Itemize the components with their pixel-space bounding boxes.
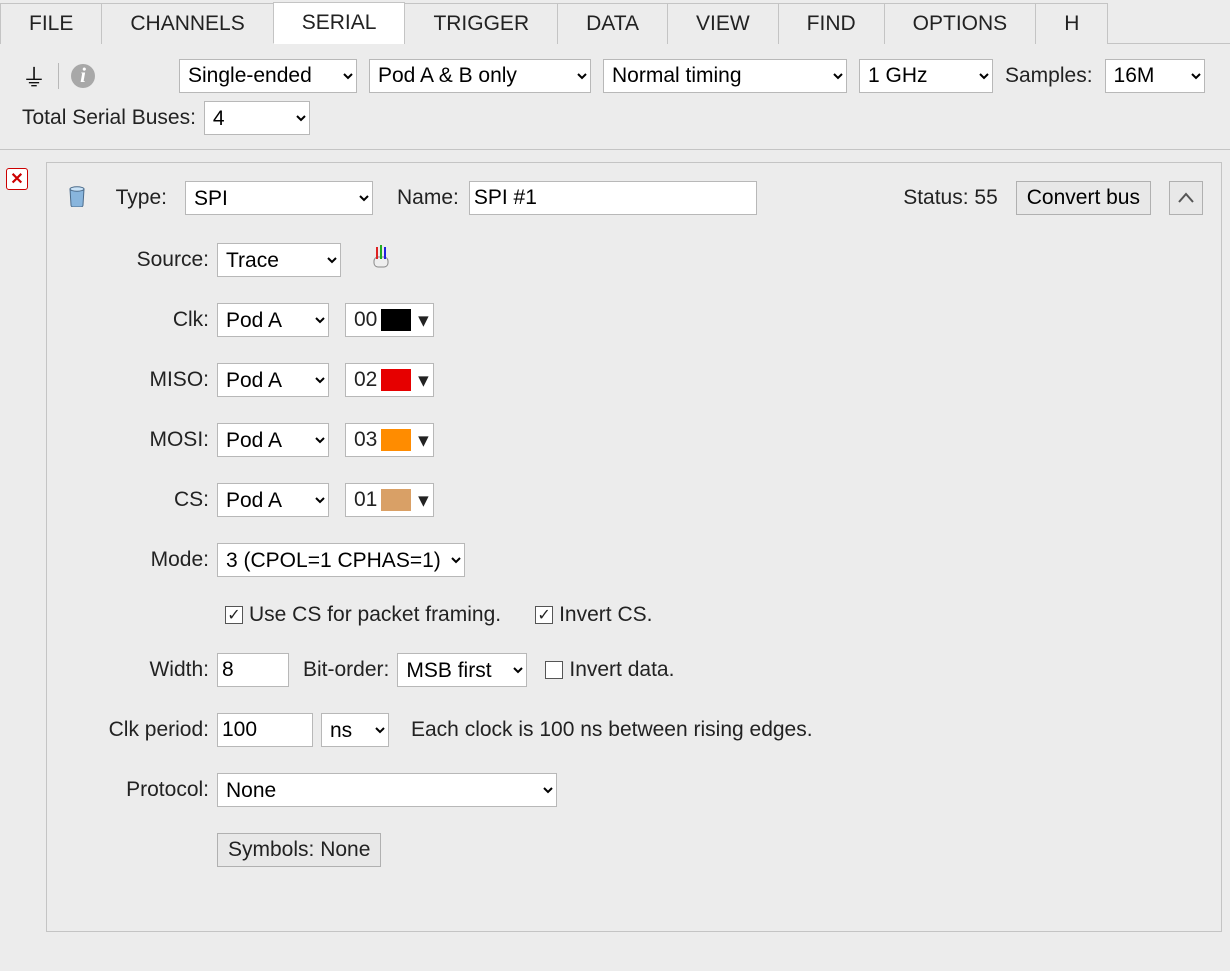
invert-cs-label: Invert CS. bbox=[559, 603, 652, 627]
miso-label: MISO: bbox=[65, 368, 217, 392]
toolbar-row-1: ⏚ i Single-ended Pod A & B only Normal t… bbox=[0, 44, 1230, 101]
protocol-select[interactable]: None bbox=[217, 773, 557, 807]
cs-channel-value: 01 bbox=[354, 488, 377, 512]
bit-order-select[interactable]: MSB first bbox=[397, 653, 527, 687]
width-input[interactable] bbox=[217, 653, 289, 687]
bus-name-input[interactable] bbox=[469, 181, 757, 215]
signal-mode-select[interactable]: Single-ended bbox=[179, 59, 357, 93]
spi-mode-select[interactable]: 3 (CPOL=1 CPHAS=1) bbox=[217, 543, 465, 577]
palette-icon[interactable] bbox=[369, 243, 393, 277]
tab-channels[interactable]: CHANNELS bbox=[101, 3, 273, 44]
trash-icon[interactable] bbox=[65, 183, 89, 213]
tab-file[interactable]: FILE bbox=[0, 3, 102, 44]
collapse-bus-button[interactable] bbox=[1169, 181, 1203, 215]
chevron-down-icon: ▾ bbox=[415, 428, 431, 453]
chevron-down-icon: ▾ bbox=[415, 488, 431, 513]
chevron-down-icon: ▾ bbox=[415, 368, 431, 393]
separator bbox=[58, 63, 59, 89]
bit-order-label: Bit-order: bbox=[303, 658, 389, 682]
use-cs-framing-checkbox[interactable] bbox=[225, 606, 243, 624]
probe-icon: ⏚ bbox=[22, 58, 46, 93]
use-cs-framing-label: Use CS for packet framing. bbox=[249, 603, 501, 627]
clk-label: Clk: bbox=[65, 308, 217, 332]
tab-view[interactable]: VIEW bbox=[667, 3, 779, 44]
clk-period-note: Each clock is 100 ns between rising edge… bbox=[411, 718, 813, 742]
clk-period-label: Clk period: bbox=[65, 718, 217, 742]
type-label: Type: bbox=[111, 186, 175, 210]
width-label: Width: bbox=[65, 658, 217, 682]
tab-find[interactable]: FIND bbox=[778, 3, 885, 44]
source-label: Source: bbox=[65, 248, 217, 272]
samples-select[interactable]: 16M bbox=[1105, 59, 1205, 93]
tab-data[interactable]: DATA bbox=[557, 3, 668, 44]
mode-label: Mode: bbox=[65, 548, 217, 572]
name-label: Name: bbox=[397, 186, 459, 210]
cs-label: CS: bbox=[65, 488, 217, 512]
symbols-button[interactable]: Symbols: None bbox=[217, 833, 381, 867]
mosi-channel-value: 03 bbox=[354, 428, 377, 452]
clk-period-input[interactable] bbox=[217, 713, 313, 747]
convert-bus-button[interactable]: Convert bus bbox=[1016, 181, 1151, 215]
close-bus-button[interactable]: ✕ bbox=[6, 168, 28, 190]
miso-pod-select[interactable]: Pod A bbox=[217, 363, 329, 397]
protocol-label: Protocol: bbox=[65, 778, 217, 802]
pod-select[interactable]: Pod A & B only bbox=[369, 59, 591, 93]
tab-bar: FILE CHANNELS SERIAL TRIGGER DATA VIEW F… bbox=[0, 0, 1230, 44]
clk-period-unit-select[interactable]: ns bbox=[321, 713, 389, 747]
tab-options[interactable]: OPTIONS bbox=[884, 3, 1037, 44]
mosi-color-swatch bbox=[381, 429, 411, 451]
toolbar-row-2: Total Serial Buses: 4 bbox=[0, 101, 1230, 150]
timing-select[interactable]: Normal timing bbox=[603, 59, 847, 93]
total-buses-label: Total Serial Buses: bbox=[22, 106, 196, 130]
clk-color-swatch bbox=[381, 309, 411, 331]
miso-color-swatch bbox=[381, 369, 411, 391]
clk-pod-select[interactable]: Pod A bbox=[217, 303, 329, 337]
tab-trigger[interactable]: TRIGGER bbox=[404, 3, 558, 44]
cs-color-swatch bbox=[381, 489, 411, 511]
mosi-channel-select[interactable]: 03 ▾ bbox=[345, 423, 434, 457]
sample-rate-select[interactable]: 1 GHz bbox=[859, 59, 993, 93]
serial-bus-panel: Type: SPI Name: Status: 55 Convert bus S… bbox=[46, 162, 1222, 932]
cs-pod-select[interactable]: Pod A bbox=[217, 483, 329, 517]
bus-status-label: Status: 55 bbox=[903, 186, 998, 210]
invert-data-checkbox[interactable] bbox=[545, 661, 563, 679]
invert-data-label: Invert data. bbox=[569, 658, 674, 682]
chevron-down-icon: ▾ bbox=[415, 308, 431, 333]
mosi-pod-select[interactable]: Pod A bbox=[217, 423, 329, 457]
miso-channel-value: 02 bbox=[354, 368, 377, 392]
mosi-label: MOSI: bbox=[65, 428, 217, 452]
tab-serial[interactable]: SERIAL bbox=[273, 2, 406, 44]
clk-channel-select[interactable]: 00 ▾ bbox=[345, 303, 434, 337]
cs-channel-select[interactable]: 01 ▾ bbox=[345, 483, 434, 517]
info-icon[interactable]: i bbox=[71, 64, 95, 88]
total-buses-select[interactable]: 4 bbox=[204, 101, 310, 135]
source-select[interactable]: Trace bbox=[217, 243, 341, 277]
bus-type-select[interactable]: SPI bbox=[185, 181, 373, 215]
miso-channel-select[interactable]: 02 ▾ bbox=[345, 363, 434, 397]
samples-label: Samples: bbox=[1005, 64, 1093, 88]
invert-cs-checkbox[interactable] bbox=[535, 606, 553, 624]
clk-channel-value: 00 bbox=[354, 308, 377, 332]
tab-h[interactable]: H bbox=[1035, 3, 1108, 44]
